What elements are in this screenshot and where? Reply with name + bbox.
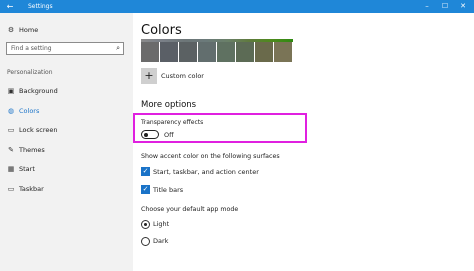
sidebar-item-label: Start [19,165,35,173]
sidebar-item-themes[interactable]: ✎ Themes [6,143,45,157]
color-swatch[interactable] [141,42,159,62]
color-swatch[interactable] [160,42,178,62]
search-input[interactable] [11,43,107,54]
sidebar: ⚙ Home ⌕ Personalization ▣ Background ◍ Col… [0,13,133,271]
sidebar-item-lock-screen[interactable]: ▭ Lock screen [6,123,58,137]
color-swatch[interactable] [274,42,292,62]
search-box[interactable]: ⌕ [6,42,124,55]
custom-color-plus-icon[interactable]: + [141,68,157,84]
checkbox-start-taskbar-label: Start, taskbar, and action center [153,168,259,176]
annotation-highlight-box [133,113,307,143]
sidebar-item-label: Taskbar [19,185,44,193]
title-bar: ← Settings – ☐ ✕ [0,0,474,13]
transparency-state: Off [164,131,174,139]
radio-dark[interactable] [141,237,150,246]
sidebar-item-label: Home [19,26,39,34]
accent-surfaces-label: Show accent color on the following surfa… [141,153,280,160]
radio-light[interactable] [141,220,150,229]
more-options-heading: More options [141,100,197,110]
color-swatch[interactable] [217,42,235,62]
custom-color-link[interactable]: Custom color [161,72,204,80]
search-icon[interactable]: ⌕ [116,43,120,54]
sidebar-item-label: Themes [19,146,45,154]
brush-icon: ✎ [8,146,14,154]
checkbox-title-bars[interactable]: ✓ [141,185,150,194]
close-button[interactable]: ✕ [454,0,472,13]
color-swatch[interactable] [198,42,216,62]
start-grid-icon: ▦ [7,165,15,173]
toggle-knob [144,132,148,137]
gear-icon: ⚙ [7,26,15,34]
picture-icon: ▣ [7,87,15,95]
taskbar-icon: ▭ [7,185,15,193]
sidebar-item-taskbar[interactable]: ▭ Taskbar [6,182,44,196]
color-swatch[interactable] [236,42,254,62]
radio-light-label: Light [153,220,170,228]
transparency-toggle[interactable] [141,130,159,139]
app-mode-label: Choose your default app mode [141,206,239,213]
maximize-button[interactable]: ☐ [436,0,454,13]
sidebar-item-label: Colors [19,107,40,115]
window-title: Settings [28,3,53,10]
minimize-button[interactable]: – [418,0,436,13]
main-content: Colors + Custom color More options Trans… [133,13,474,271]
sidebar-item-label: Background [19,87,58,95]
sidebar-item-start[interactable]: ▦ Start [6,162,35,176]
palette-icon: ◍ [7,107,15,115]
checkbox-start-taskbar[interactable]: ✓ [141,167,150,176]
sidebar-item-background[interactable]: ▣ Background [6,84,58,98]
back-arrow-icon[interactable]: ← [3,0,17,13]
page-title: Colors [141,23,182,38]
monitor-icon: ▭ [7,126,15,134]
sidebar-item-colors[interactable]: ◍ Colors [6,104,39,118]
sidebar-item-label: Lock screen [19,126,58,134]
checkbox-title-bars-label: Title bars [153,186,184,194]
transparency-label: Transparency effects [141,119,204,126]
radio-dark-label: Dark [153,237,169,245]
sidebar-item-home[interactable]: ⚙ Home [6,23,38,37]
section-label: Personalization [7,69,53,76]
color-swatch[interactable] [179,42,197,62]
color-swatch[interactable] [255,42,273,62]
